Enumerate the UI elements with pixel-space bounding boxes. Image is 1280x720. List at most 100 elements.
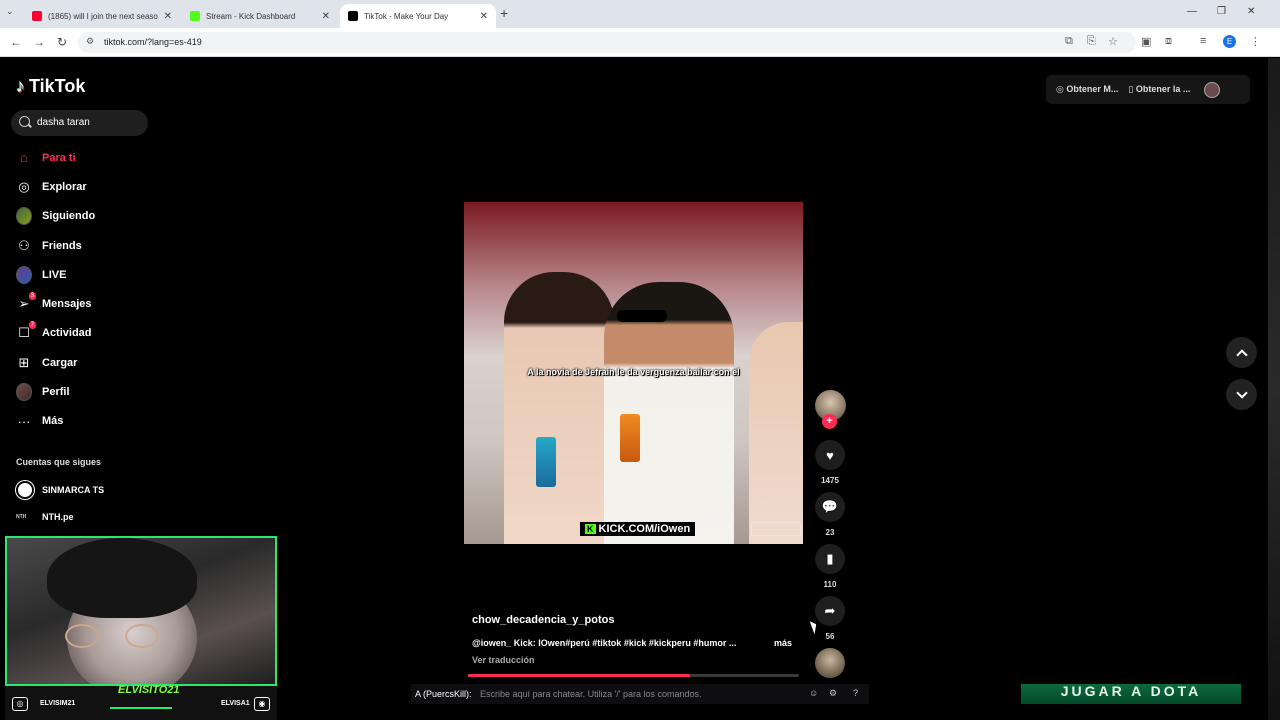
following-section-title: Cuentas que sigues [16,457,102,467]
translate-icon[interactable]: ⧉ [1065,35,1073,48]
right-handle: ELVISA1 [221,700,250,707]
get-coins-button[interactable]: ◎ Obtener M... [1056,84,1118,95]
search-input[interactable]: dasha taran [11,110,148,136]
avatar [16,481,34,499]
previous-video-button[interactable] [1226,337,1257,368]
video-caption: @iowen_ Kick: IOwen#perú #tiktok #kick #… [472,638,737,648]
reload-icon[interactable]: ↻ [57,35,67,49]
video-overlay-box [751,522,801,536]
sidebar-item-siguiendo[interactable]: Siguiendo [0,202,160,231]
compass-icon: ◎ [18,178,30,194]
profile-avatar[interactable]: E [1223,35,1236,48]
profile-avatar-icon [16,383,32,402]
account-name: SINMARCA TS [42,485,105,495]
tiktok-logo[interactable]: ♪ TikTok [16,76,85,97]
chat-input[interactable]: Escribe aquí para chatear. Utiliza '/' p… [480,689,702,699]
user-avatar[interactable] [1204,81,1221,98]
sidebar-item-cargar[interactable]: ⊞ Cargar [0,348,160,377]
tab-search-icon[interactable]: ⌄ [6,6,14,17]
save-button[interactable]: ▮ [815,544,845,574]
minimize-icon[interactable]: — [1187,6,1197,17]
comment-count: 23 [825,528,835,537]
sidebar-item-label: Más [42,415,64,428]
url-text: tiktok.com/?lang=es-419 [104,37,202,47]
kick-logo-icon: K [585,524,596,534]
extension-icon[interactable]: ▣ [1141,35,1151,48]
like-button[interactable]: ♥ [815,440,845,470]
restore-icon[interactable]: ❐ [1217,6,1226,17]
translate-button[interactable]: Ver traducción [472,655,535,665]
streamer-hair [47,538,197,618]
heart-icon: ♥ [826,447,834,463]
get-app-button[interactable]: ▯ Obtener la ... [1128,84,1190,95]
following-account-nth[interactable]: NTH NTH.pe [16,511,74,523]
sidebar-item-explorar[interactable]: ◎ Explorar [0,172,160,201]
live-avatar-icon [16,265,32,284]
sidebar-item-mensajes[interactable]: ➢ 3 Mensajes [0,289,160,318]
save-count: 110 [823,580,837,589]
notification-badge: 7 [28,321,36,330]
emoji-icon[interactable]: ☺ [809,688,818,698]
divider [110,707,172,709]
close-icon[interactable]: ✕ [480,11,488,22]
tab-tiktok[interactable]: TikTok - Make Your Day ✕ [340,4,496,28]
tiktok-favicon-icon [348,11,358,21]
instagram-icon: ◎ [12,697,28,711]
video-subtitle: A la novia de Jefrain le da verguenza ba… [527,367,740,377]
tab-youtube[interactable]: (1865) will I join the next season ✕ [24,4,180,28]
comment-button[interactable]: 💬 [815,492,845,522]
back-icon[interactable]: ← [10,35,22,49]
reading-list-icon[interactable]: ≡ [1200,35,1206,47]
close-icon[interactable]: ✕ [164,11,172,22]
search-icon [19,116,30,127]
share-button[interactable]: ➦ [815,596,845,626]
nth-logo-icon: NTH [16,514,27,520]
tab-label: TikTok - Make Your Day [364,11,449,21]
button-label: Obtener la ... [1135,84,1191,94]
sidebar-item-para-ti[interactable]: ⌂ Para ti [0,143,160,172]
streamer-name: ELVISITO21 [118,684,180,696]
stream-chat-bar[interactable]: A (PuercsKill): Escribe aquí para chatea… [411,684,869,704]
tab-kick-dashboard[interactable]: Stream - Kick Dashboard ✕ [182,4,338,28]
new-tab-icon[interactable]: + [500,5,508,21]
glasses-left [65,624,99,648]
sidebar-item-mas[interactable]: ··· Más [0,407,160,436]
sidebar-item-actividad[interactable]: ☐ 7 Actividad [0,319,160,348]
caption-more-button[interactable]: más [774,638,792,648]
sound-avatar[interactable] [815,648,845,678]
browser-toolbar: ← → ↻ ⚙ tiktok.com/?lang=es-419 ⧉ ⎘ ☆ ▣ … [0,28,1280,57]
kick-favicon-icon [190,11,200,21]
close-icon[interactable]: ✕ [322,11,330,22]
video-player[interactable]: A la novia de Jefrain le da verguenza ba… [464,202,803,544]
next-video-button[interactable] [1226,379,1257,410]
menu-kebab-icon[interactable]: ⋮ [1250,35,1261,48]
window-close-icon[interactable]: ✕ [1247,6,1255,17]
puzzle-icon[interactable]: ⧈ [1165,35,1172,48]
address-bar[interactable]: ⚙ tiktok.com/?lang=es-419 [78,32,1136,53]
install-icon[interactable]: ⎘ [1087,35,1096,48]
following-account-sinmarca[interactable]: SINMARCA TS [16,481,104,499]
dota-banner[interactable]: JUGAR A DOTA [1021,684,1241,704]
video-author[interactable]: chow_decadencia_y_potos [472,614,614,626]
sidebar-item-friends[interactable]: ⚇ Friends [0,231,160,260]
sidebar-item-label: Actividad [42,327,92,340]
sidebar-item-label: Cargar [42,356,78,369]
comment-icon: 💬 [821,499,839,514]
sidebar-item-label: Explorar [42,180,87,193]
tiktok-note-icon: ♪ [16,76,25,96]
sunglasses [617,310,667,322]
discord-icon: ◉ [254,697,270,711]
settings-icon[interactable]: ⚙ [829,688,837,699]
bookmark-star-icon[interactable]: ☆ [1108,35,1118,48]
sidebar-item-perfil[interactable]: Perfil [0,377,160,406]
sidebar-item-label: Mensajes [42,298,92,311]
sidebar-item-label: Siguiendo [42,210,96,223]
site-info-icon[interactable]: ⚙ [86,36,94,47]
video-progress-bar[interactable] [468,674,799,677]
share-icon: ➦ [824,603,836,618]
video-person-left [504,272,614,544]
forward-icon[interactable]: → [33,35,45,49]
help-icon[interactable]: ? [853,688,858,698]
follow-plus-icon[interactable]: + [822,414,837,429]
sidebar-item-live[interactable]: LIVE [0,260,160,289]
